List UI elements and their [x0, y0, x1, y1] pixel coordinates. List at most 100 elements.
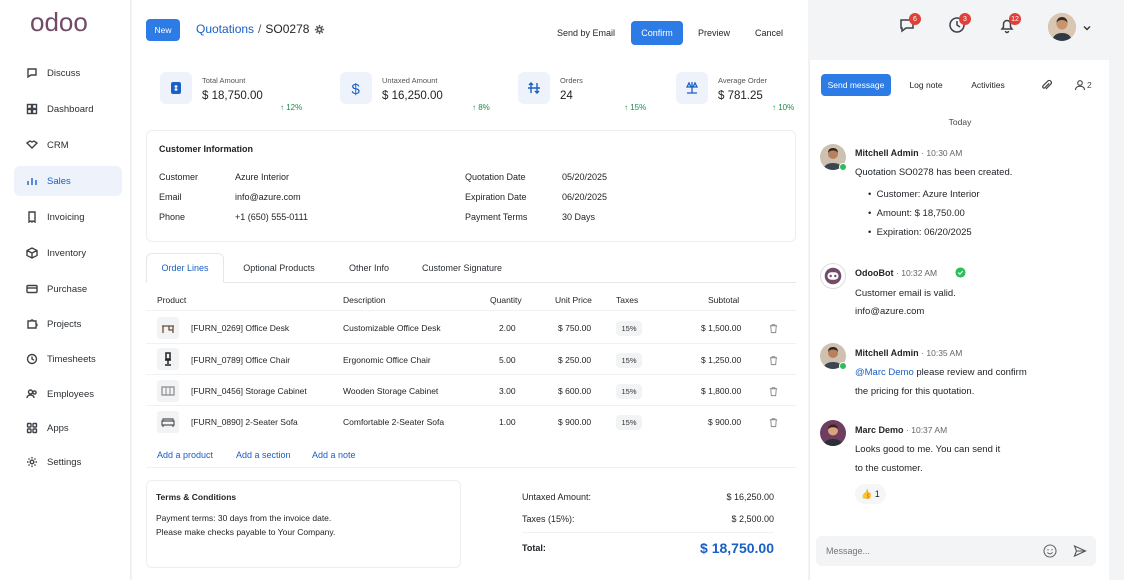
kpi-orders: Orders 24 ↑ 15% — [518, 66, 658, 121]
chair-icon — [157, 348, 179, 370]
kpi-label: Total Amount — [202, 76, 246, 85]
unit-price-cell[interactable]: $ 250.00 — [558, 355, 591, 365]
sidebar-item-label: Settings — [47, 456, 82, 468]
trash-icon[interactable] — [768, 417, 779, 428]
email-field[interactable]: info@azure.com — [235, 192, 301, 202]
dollar-icon: $ — [340, 72, 372, 104]
follower-icon[interactable] — [1074, 79, 1086, 91]
add-product-link[interactable]: Add a product — [157, 450, 213, 460]
sidebar-item-employees[interactable]: Employees — [14, 379, 122, 409]
sidebar-item-label: Invoicing — [47, 211, 85, 223]
payment-terms-field[interactable]: 30 Days — [562, 212, 595, 222]
activities-button[interactable]: 3 — [948, 13, 971, 40]
sidebar-item-projects[interactable]: Projects — [14, 309, 122, 339]
product-cell[interactable]: [FURN_0890] 2-Seater Sofa — [191, 417, 298, 427]
description-cell[interactable]: Comfortable 2-Seater Sofa — [343, 417, 444, 427]
unit-price-cell[interactable]: $ 900.00 — [558, 417, 591, 427]
quantity-cell[interactable]: 5.00 — [499, 355, 516, 365]
taxes-label: Taxes (15%): — [522, 514, 575, 524]
column-header: Description — [343, 295, 386, 305]
expiration-date-field[interactable]: 06/20/2025 — [562, 192, 607, 202]
message-input[interactable] — [826, 543, 1026, 559]
reaction-badge[interactable]: 👍 1 — [855, 484, 886, 504]
tax-badge[interactable]: 15% — [616, 415, 642, 430]
handshake-icon — [26, 140, 38, 149]
invoice-icon — [28, 211, 36, 223]
odoo-logo[interactable]: odoo — [30, 8, 104, 38]
sidebar-item-purchase[interactable]: Purchase — [14, 274, 122, 304]
breadcrumb-separator: / — [258, 22, 262, 36]
tab-customer-signature[interactable]: Customer Signature — [406, 253, 518, 283]
unit-price-cell[interactable]: $ 600.00 — [558, 386, 591, 396]
sidebar-item-inventory[interactable]: Inventory — [14, 238, 122, 268]
tab-order-lines[interactable]: Order Lines — [146, 253, 224, 283]
sidebar-item-settings[interactable]: Settings — [14, 447, 122, 477]
new-button[interactable]: New — [146, 19, 180, 41]
section-title: Customer Information — [159, 144, 254, 154]
add-section-link[interactable]: Add a section — [236, 450, 291, 460]
description-cell[interactable]: Ergonomic Office Chair — [343, 355, 431, 365]
sidebar-item-invoicing[interactable]: Invoicing — [14, 202, 122, 232]
notifications-button[interactable]: 12 — [998, 13, 1021, 40]
product-cell[interactable]: [FURN_0269] Office Desk — [191, 323, 289, 333]
terms-line: Please make checks payable to Your Compa… — [156, 527, 336, 537]
activities-button[interactable]: Activities — [962, 74, 1014, 96]
message-time: 10:32 AM — [901, 268, 938, 278]
description-cell[interactable]: Customizable Office Desk — [343, 323, 441, 333]
gear-icon[interactable] — [314, 24, 325, 35]
preview-button[interactable]: Preview — [690, 21, 738, 45]
customer-field[interactable]: Azure Interior — [235, 172, 289, 182]
quantity-cell[interactable]: 2.00 — [499, 323, 516, 333]
user-avatar[interactable] — [1048, 13, 1076, 41]
paperclip-icon[interactable] — [1040, 79, 1053, 92]
quantity-cell[interactable]: 3.00 — [499, 386, 516, 396]
kpi-value: $ 781.25 — [718, 90, 763, 102]
tax-badge[interactable]: 15% — [616, 353, 642, 368]
send-by-email-button[interactable]: Send by Email — [548, 21, 624, 45]
tab-optional-products[interactable]: Optional Products — [226, 253, 332, 283]
trash-icon[interactable] — [768, 355, 779, 366]
quotation-date-field[interactable]: 05/20/2025 — [562, 172, 607, 182]
phone-field[interactable]: +1 (650) 555-0111 — [235, 212, 308, 222]
emoji-icon[interactable] — [1043, 544, 1057, 558]
mention-link[interactable]: @Marc Demo — [855, 367, 914, 378]
message-time: 10:35 AM — [926, 348, 963, 358]
sidebar-item-dashboard[interactable]: Dashboard — [14, 94, 122, 124]
avatar[interactable] — [820, 420, 846, 446]
kpi-trend-value: 15% — [630, 103, 647, 112]
sidebar-item-sales[interactable]: Sales — [14, 166, 122, 196]
chevron-down-icon[interactable] — [1082, 23, 1092, 33]
confirm-button[interactable]: Confirm — [631, 21, 683, 45]
credit-card-icon — [26, 284, 38, 294]
cancel-button[interactable]: Cancel — [745, 21, 793, 45]
sidebar-item-timesheets[interactable]: Timesheets — [14, 344, 122, 374]
unit-price-cell[interactable]: $ 750.00 — [558, 323, 591, 333]
quantity-cell[interactable]: 1.00 — [499, 417, 516, 427]
trash-icon[interactable] — [768, 323, 779, 334]
odoobot-avatar[interactable] — [820, 263, 846, 289]
product-cell[interactable]: [FURN_0789] Office Chair — [191, 355, 290, 365]
messages-button[interactable]: 6 — [898, 13, 921, 40]
send-icon[interactable] — [1073, 544, 1087, 558]
sidebar-item-discuss[interactable]: Discuss — [14, 58, 122, 88]
add-note-link[interactable]: Add a note — [312, 450, 356, 460]
kpi-trend-value: 12% — [286, 103, 303, 112]
kpi-trend-value: 10% — [778, 103, 795, 112]
terms-title: Terms & Conditions — [156, 492, 237, 502]
log-note-button[interactable]: Log note — [900, 74, 952, 96]
sidebar-item-label: Inventory — [47, 247, 87, 259]
trash-icon[interactable] — [768, 386, 779, 397]
sidebar-item-crm[interactable]: CRM — [14, 130, 122, 160]
composer — [816, 536, 1096, 566]
message-author: Mitchell Admin · 10:35 AM — [855, 348, 963, 358]
tax-badge[interactable]: 15% — [616, 321, 642, 336]
send-message-button[interactable]: Send message — [821, 74, 891, 96]
breadcrumb-parent[interactable]: Quotations — [196, 22, 254, 36]
product-cell[interactable]: [FURN_0456] Storage Cabinet — [191, 386, 307, 396]
tax-badge[interactable]: 15% — [616, 384, 642, 399]
tab-other-info[interactable]: Other Info — [334, 253, 404, 283]
description-cell[interactable]: Wooden Storage Cabinet — [343, 386, 438, 396]
sidebar-item-apps[interactable]: Apps — [14, 413, 122, 443]
message-body: Customer email is valid. — [855, 288, 956, 299]
subtotal-cell: $ 900.00 — [708, 417, 742, 427]
